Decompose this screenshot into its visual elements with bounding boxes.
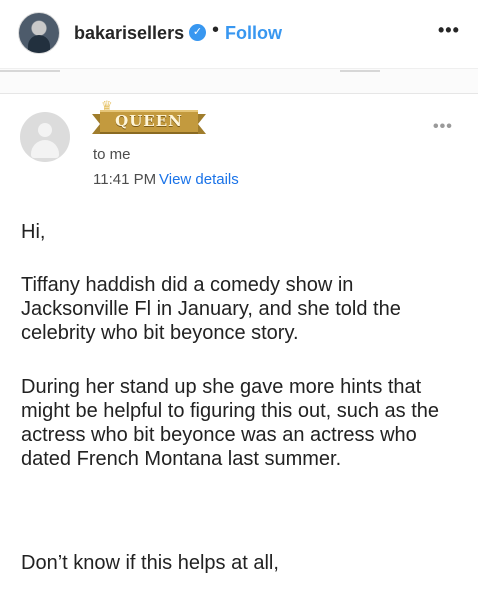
email-toolbar-remnant: [0, 69, 478, 94]
toolbar-tab-mark: [0, 70, 60, 72]
toolbar-tab-mark: [340, 70, 380, 72]
email-paragraph: Don’t know if this helps at all,: [21, 552, 279, 574]
email-more-icon[interactable]: •••: [433, 118, 453, 136]
more-options-icon[interactable]: •••: [438, 20, 460, 41]
email-paragraph: During her stand up she gave more hints …: [21, 376, 440, 470]
verified-badge-icon: ✓: [189, 24, 206, 41]
profile-avatar[interactable]: [18, 12, 60, 54]
ribbon-tail-left: [92, 114, 100, 134]
username[interactable]: bakarisellers: [74, 23, 184, 44]
separator-dot: •: [212, 19, 220, 41]
email-paragraph: Tiffany haddish did a comedy show in Jac…: [21, 274, 401, 344]
ribbon-tail-right: [198, 114, 206, 134]
recipient-label: to me: [93, 146, 131, 163]
sender-name: QUEEN: [115, 112, 183, 130]
email-time: 11:41 PM: [93, 171, 157, 188]
view-details-link[interactable]: View details: [159, 171, 239, 188]
email-greeting: Hi,: [21, 221, 46, 243]
post-header: bakarisellers ✓ • Follow •••: [0, 0, 478, 68]
sender-avatar-icon: [20, 112, 70, 162]
follow-button[interactable]: Follow: [225, 23, 282, 44]
sender-name-banner: ♛ QUEEN: [92, 99, 206, 134]
